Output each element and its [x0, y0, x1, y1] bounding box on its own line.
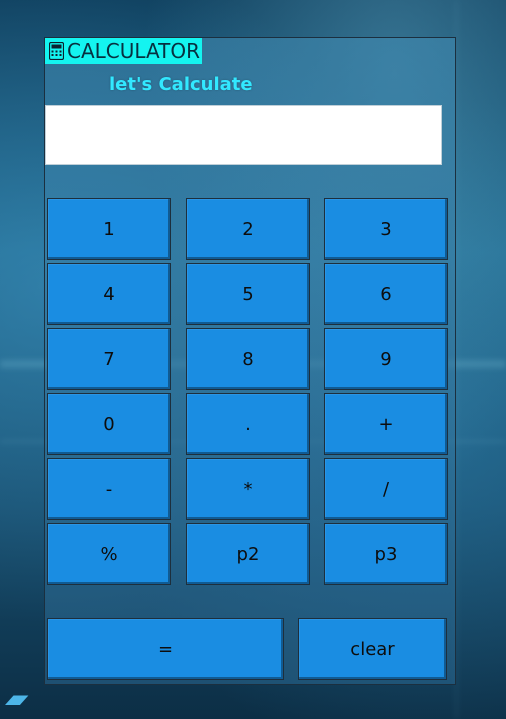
clear-button[interactable]: clear	[298, 618, 447, 680]
calculator-window: CALCULATOR let's Calculate 1 2 3 4 5 6 7…	[44, 37, 456, 685]
key-6[interactable]: 6	[324, 263, 448, 325]
key-decimal[interactable]: .	[186, 393, 310, 455]
key-p3[interactable]: p3	[324, 523, 448, 585]
equals-button[interactable]: =	[47, 618, 284, 680]
key-8[interactable]: 8	[186, 328, 310, 390]
key-3[interactable]: 3	[324, 198, 448, 260]
key-0[interactable]: 0	[47, 393, 171, 455]
key-percent[interactable]: %	[47, 523, 171, 585]
window-title: CALCULATOR	[67, 39, 200, 63]
calculator-icon	[49, 42, 64, 60]
title-bar: CALCULATOR	[45, 38, 202, 64]
display-field[interactable]	[45, 105, 442, 165]
key-plus[interactable]: +	[324, 393, 448, 455]
key-multiply[interactable]: *	[186, 458, 310, 520]
app-launcher-icon: ▰	[1, 684, 33, 714]
key-2[interactable]: 2	[186, 198, 310, 260]
key-7[interactable]: 7	[47, 328, 171, 390]
subtitle: let's Calculate	[109, 74, 253, 95]
key-minus[interactable]: -	[47, 458, 171, 520]
key-divide[interactable]: /	[324, 458, 448, 520]
key-5[interactable]: 5	[186, 263, 310, 325]
key-p2[interactable]: p2	[186, 523, 310, 585]
key-4[interactable]: 4	[47, 263, 171, 325]
key-1[interactable]: 1	[47, 198, 171, 260]
key-9[interactable]: 9	[324, 328, 448, 390]
